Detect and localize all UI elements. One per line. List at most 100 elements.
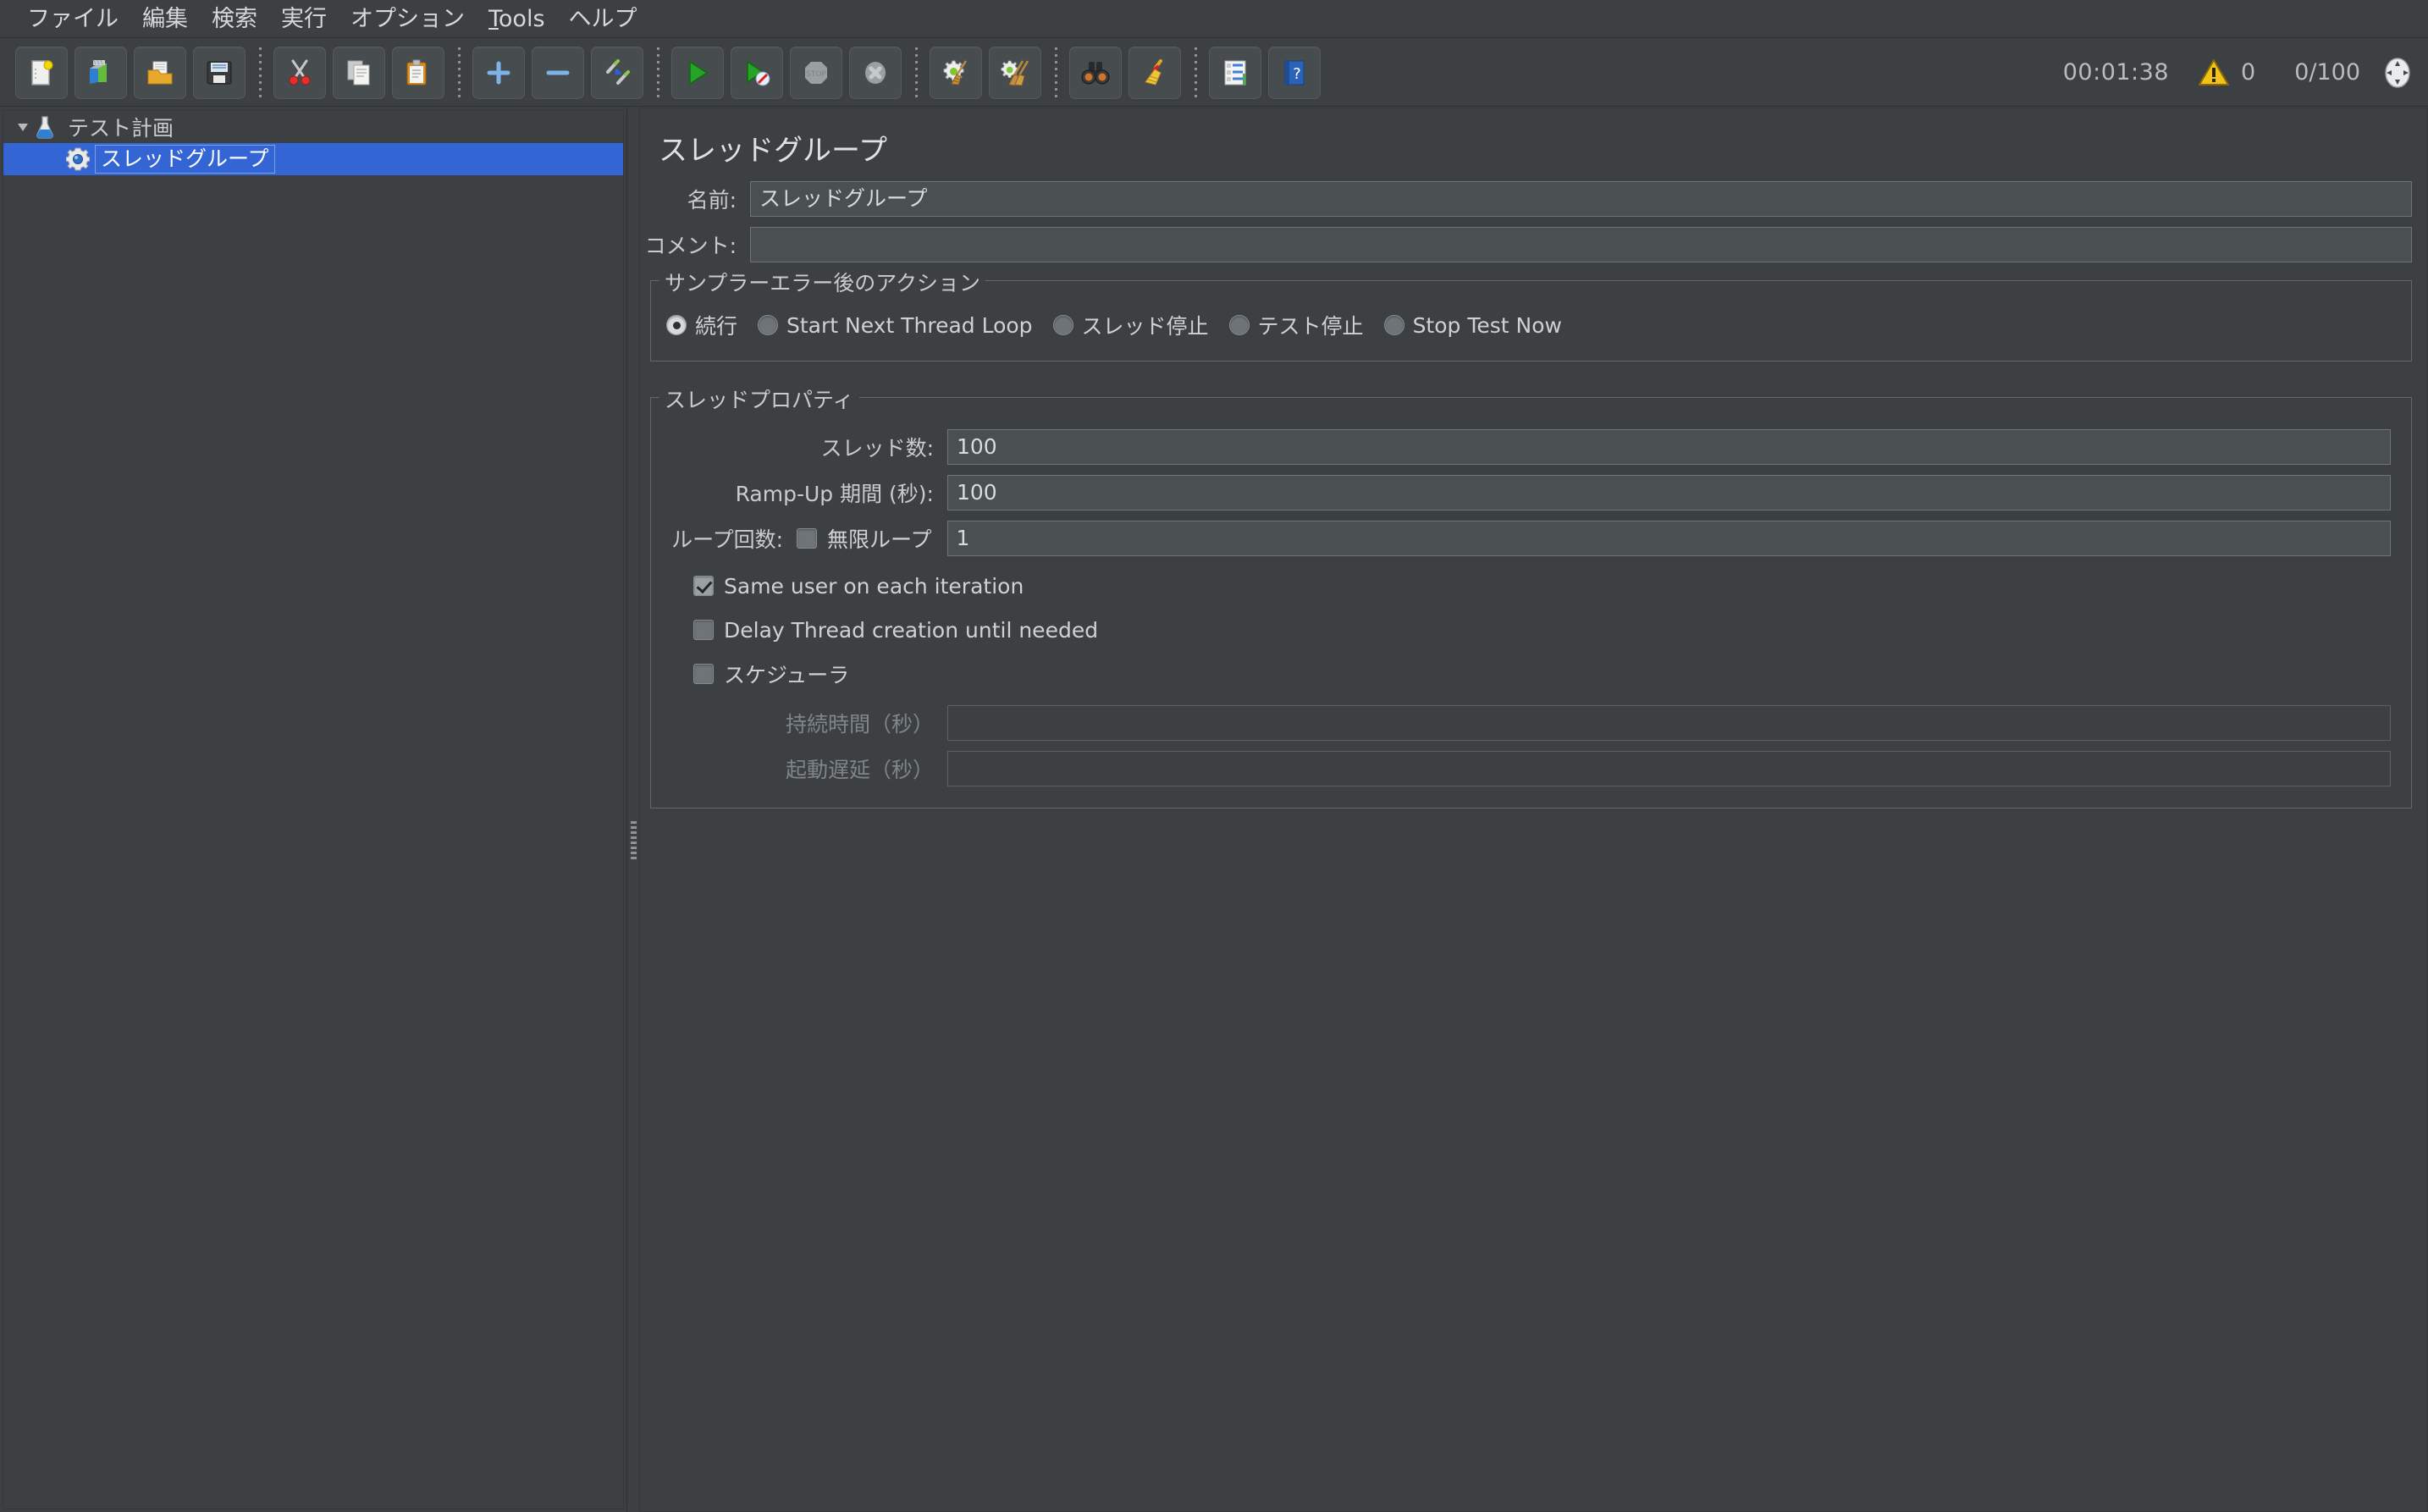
startup-delay-label: 起動遅延（秒） xyxy=(785,758,934,782)
sampler-error-action-radios[interactable]: 続行 Start Next Thread Loop スレッド停止 テスト停止 Stop … xyxy=(651,288,2411,354)
error-action-radio-3[interactable]: テスト停止 xyxy=(1228,310,1364,340)
thread-count-input[interactable]: 100 xyxy=(947,429,2391,465)
menu-mnemonic: T xyxy=(488,5,499,32)
start-play-button[interactable] xyxy=(671,46,724,99)
search-binoculars-icon xyxy=(1081,58,1110,87)
radio-mark-icon[interactable] xyxy=(1383,315,1404,335)
start-no-timers-button[interactable] xyxy=(731,46,783,99)
name-label: 名前: xyxy=(687,188,737,212)
tree-node-label: スレッドグループ xyxy=(95,145,275,174)
help-book-button[interactable]: ? xyxy=(1268,46,1321,99)
splitter-grip-icon[interactable] xyxy=(631,821,637,860)
menu-item-2[interactable]: 検索 xyxy=(200,0,269,38)
error-action-radio-label: Start Next Thread Loop xyxy=(786,312,1033,338)
menu-item-3[interactable]: 実行 xyxy=(269,0,339,38)
search-binoculars-button[interactable] xyxy=(1069,46,1122,99)
menu-item-4[interactable]: オプション xyxy=(339,0,477,38)
delay-thread-creation-label: Delay Thread creation until needed xyxy=(724,617,1099,643)
connection-status-icon[interactable] xyxy=(2381,56,2414,90)
collapse-minus-button[interactable] xyxy=(532,46,584,99)
toolbar-separator xyxy=(657,47,659,98)
save-floppy-button[interactable] xyxy=(193,46,246,99)
menu-bar: ファイル 編集 検索 実行 オプション Tools ヘルプ xyxy=(0,0,2428,38)
toolbar-separator xyxy=(259,47,262,98)
toolbar-separator xyxy=(458,47,461,98)
comment-row: コメント: xyxy=(640,224,2412,265)
error-action-radio-label: 続行 xyxy=(695,314,738,339)
panel-splitter[interactable] xyxy=(627,108,639,1512)
tree-node-0[interactable]: テスト計画 xyxy=(3,111,623,143)
test-plan-flask-icon xyxy=(34,115,63,139)
tree-node-1[interactable]: スレッドグループ xyxy=(3,143,623,175)
new-document-button[interactable] xyxy=(15,46,68,99)
stop-sign-icon: STOP xyxy=(802,58,830,87)
thread-group-gear-icon xyxy=(66,147,95,171)
loop-count-input[interactable]: 1 xyxy=(946,521,2391,556)
expand-plus-button[interactable] xyxy=(472,46,525,99)
thread-counter-label: 0/100 xyxy=(2294,59,2360,86)
stop-sign-button[interactable]: STOP xyxy=(790,46,842,99)
menu-item-1[interactable]: 編集 xyxy=(130,0,200,38)
error-action-radio-2[interactable]: スレッド停止 xyxy=(1052,310,1209,340)
clear-all-brooms-button[interactable] xyxy=(989,46,1041,99)
menu-item-0[interactable]: ファイル xyxy=(15,0,130,38)
infinite-loop-checkbox[interactable] xyxy=(797,528,817,549)
svg-text:?: ? xyxy=(1293,65,1301,83)
delay-thread-creation-checkbox[interactable] xyxy=(693,620,714,640)
collapse-minus-icon xyxy=(544,58,572,87)
same-user-label: Same user on each iteration xyxy=(724,573,1024,599)
error-action-radio-0[interactable]: 続行 xyxy=(666,310,737,340)
error-action-radio-4[interactable]: Stop Test Now xyxy=(1383,313,1562,338)
reset-search-broom-button[interactable] xyxy=(1128,46,1181,99)
same-user-row[interactable]: Same user on each iteration xyxy=(651,564,2411,608)
copy-pages-icon xyxy=(345,58,373,87)
menu-item-5[interactable]: Tools xyxy=(477,0,557,38)
radio-mark-icon[interactable] xyxy=(666,315,687,335)
error-action-radio-1[interactable]: Start Next Thread Loop xyxy=(758,313,1033,338)
start-no-timers-icon xyxy=(742,58,771,87)
function-helper-button[interactable] xyxy=(1209,46,1261,99)
test-plan-tree-panel[interactable]: テスト計画 スレッドグループ xyxy=(0,108,627,1512)
same-user-checkbox[interactable] xyxy=(693,576,714,596)
clear-gear-broom-button[interactable] xyxy=(930,46,982,99)
duration-input[interactable] xyxy=(947,705,2391,741)
loop-count-label: ループ回数: xyxy=(671,527,783,552)
page-title: スレッドグループ xyxy=(659,134,887,168)
menu-item-6[interactable]: ヘルプ xyxy=(557,0,649,38)
comment-label: コメント: xyxy=(644,234,737,258)
cut-scissors-button[interactable] xyxy=(273,46,326,99)
startup-delay-input[interactable] xyxy=(947,751,2391,786)
scheduler-row[interactable]: スケジューラ xyxy=(651,652,2411,696)
delay-thread-row[interactable]: Delay Thread creation until needed xyxy=(651,608,2411,652)
new-from-template-button[interactable] xyxy=(74,46,127,99)
scheduler-checkbox[interactable] xyxy=(693,664,714,684)
thread-count-label: スレッド数: xyxy=(820,436,934,461)
save-floppy-icon xyxy=(205,58,234,87)
toolbar-separator xyxy=(1195,47,1197,98)
paste-clipboard-button[interactable] xyxy=(392,46,444,99)
comment-input[interactable] xyxy=(750,227,2412,262)
sampler-error-action-title: サンプラーエラー後のアクション xyxy=(659,267,986,297)
test-plan-tree[interactable]: テスト計画 スレッドグループ xyxy=(3,110,624,1509)
name-input[interactable]: スレッドグループ xyxy=(750,181,2412,217)
new-from-template-icon xyxy=(86,58,115,87)
toolbar: STOP? 00:01:38 0 0/100 xyxy=(0,39,2428,107)
radio-mark-icon[interactable] xyxy=(1228,315,1250,335)
radio-mark-icon[interactable] xyxy=(1052,315,1073,335)
radio-mark-icon[interactable] xyxy=(758,315,779,335)
ramp-up-input[interactable]: 100 xyxy=(947,475,2391,510)
reset-search-broom-icon xyxy=(1140,58,1169,87)
thread-group-config-panel: スレッドグループ 名前: スレッドグループ コメント: サンプラーエラー後のアク… xyxy=(639,108,2428,1512)
copy-pages-button[interactable] xyxy=(333,46,385,99)
loop-count-row: ループ回数: 無限ループ 1 xyxy=(651,518,2391,559)
shutdown-x-button[interactable] xyxy=(849,46,902,99)
open-folder-button[interactable] xyxy=(134,46,186,99)
ramp-up-row: Ramp-Up 期間 (秒): 100 xyxy=(651,472,2391,513)
toggle-pencils-button[interactable] xyxy=(591,46,643,99)
warning-triangle-icon[interactable] xyxy=(2198,58,2230,87)
thread-count-row: スレッド数: 100 xyxy=(651,427,2391,467)
infinite-loop-label: 無限ループ xyxy=(827,527,932,552)
expanded-triangle-icon[interactable] xyxy=(12,119,34,135)
cut-scissors-icon xyxy=(285,58,314,87)
clear-gear-broom-icon xyxy=(941,58,970,87)
